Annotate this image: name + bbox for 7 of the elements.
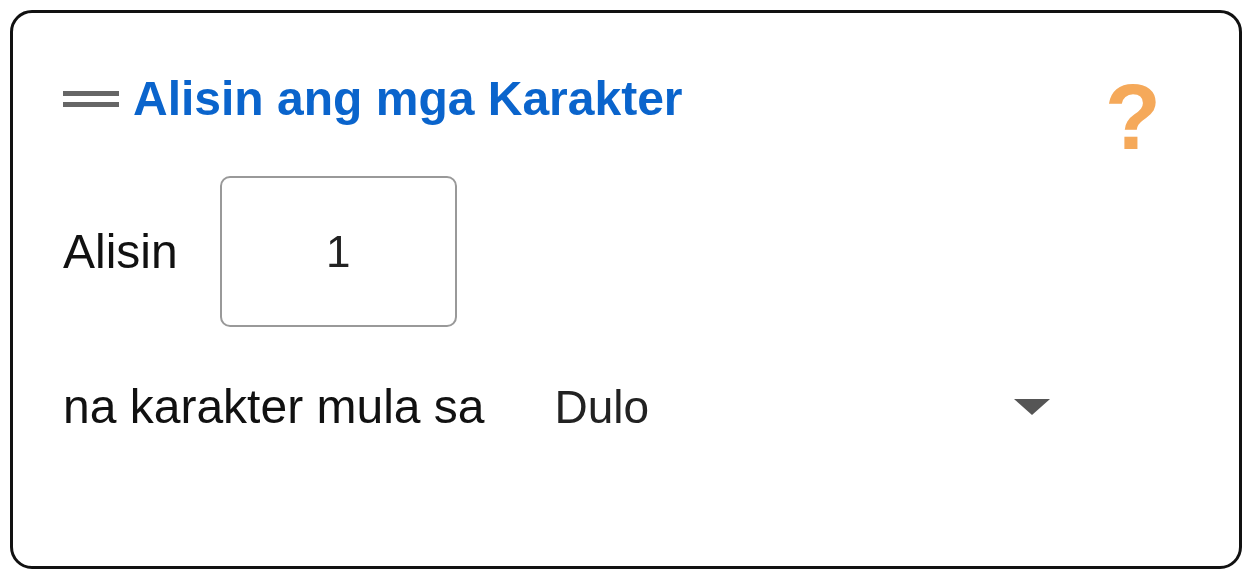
drag-handle-icon[interactable] [63,89,119,108]
caret-icon [1013,398,1050,415]
block-title: Alisin ang mga Karakter [133,71,683,126]
position-dropdown[interactable]: Dulo [554,379,1050,434]
from-label: na karakter mula sa [63,379,485,434]
remove-label: Alisin [63,224,178,279]
count-input[interactable]: 1 [219,176,457,327]
